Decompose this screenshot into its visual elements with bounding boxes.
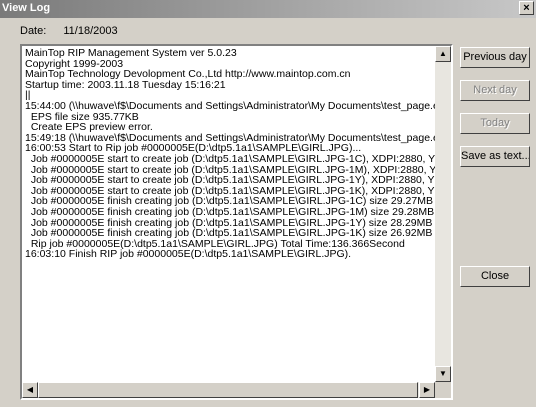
date-row: Date: 11/18/2003 — [20, 25, 118, 37]
log-line: Startup time: 2003.11.18 Tuesday 15:16:2… — [25, 78, 226, 91]
log-line: 15:44:00 (\\huwave\f$\Documents and Sett… — [25, 99, 435, 112]
log-line: 16:03:10 Finish RIP job #0000005E(D:\dtp… — [25, 248, 352, 261]
log-line: Job #0000005E finish creating job (D:\dt… — [25, 205, 435, 218]
save-as-text-button[interactable]: Save as text... — [460, 146, 530, 167]
log-textbox[interactable]: MainTop RIP Management System ver 5.0.23… — [20, 44, 453, 400]
close-button[interactable]: Close — [460, 266, 530, 287]
log-line: Job #0000005E start to create job (D:\dt… — [25, 152, 435, 165]
window-title: View Log — [2, 2, 51, 14]
scroll-down-icon[interactable]: ▼ — [435, 366, 451, 382]
scroll-up-icon[interactable]: ▲ — [435, 46, 451, 62]
log-content: MainTop RIP Management System ver 5.0.23… — [25, 48, 435, 382]
log-line: MainTop RIP Management System ver 5.0.23 — [25, 48, 237, 59]
scroll-left-icon[interactable]: ◀ — [22, 382, 38, 398]
today-button[interactable]: Today — [460, 113, 530, 134]
date-label: Date: — [20, 25, 47, 37]
scrollbar-corner — [435, 382, 451, 398]
next-day-button[interactable]: Next day — [460, 80, 530, 101]
previous-day-button[interactable]: Previous day — [460, 47, 530, 68]
scroll-right-icon[interactable]: ▶ — [419, 382, 435, 398]
horizontal-scroll-thumb[interactable] — [38, 382, 418, 398]
close-icon[interactable]: × — [519, 1, 534, 15]
horizontal-scrollbar[interactable]: ◀ ▶ — [22, 382, 435, 398]
title-bar: View Log × — [0, 0, 536, 18]
date-value: 11/18/2003 — [63, 25, 118, 37]
vertical-scrollbar[interactable]: ▲ ▼ — [435, 46, 451, 382]
